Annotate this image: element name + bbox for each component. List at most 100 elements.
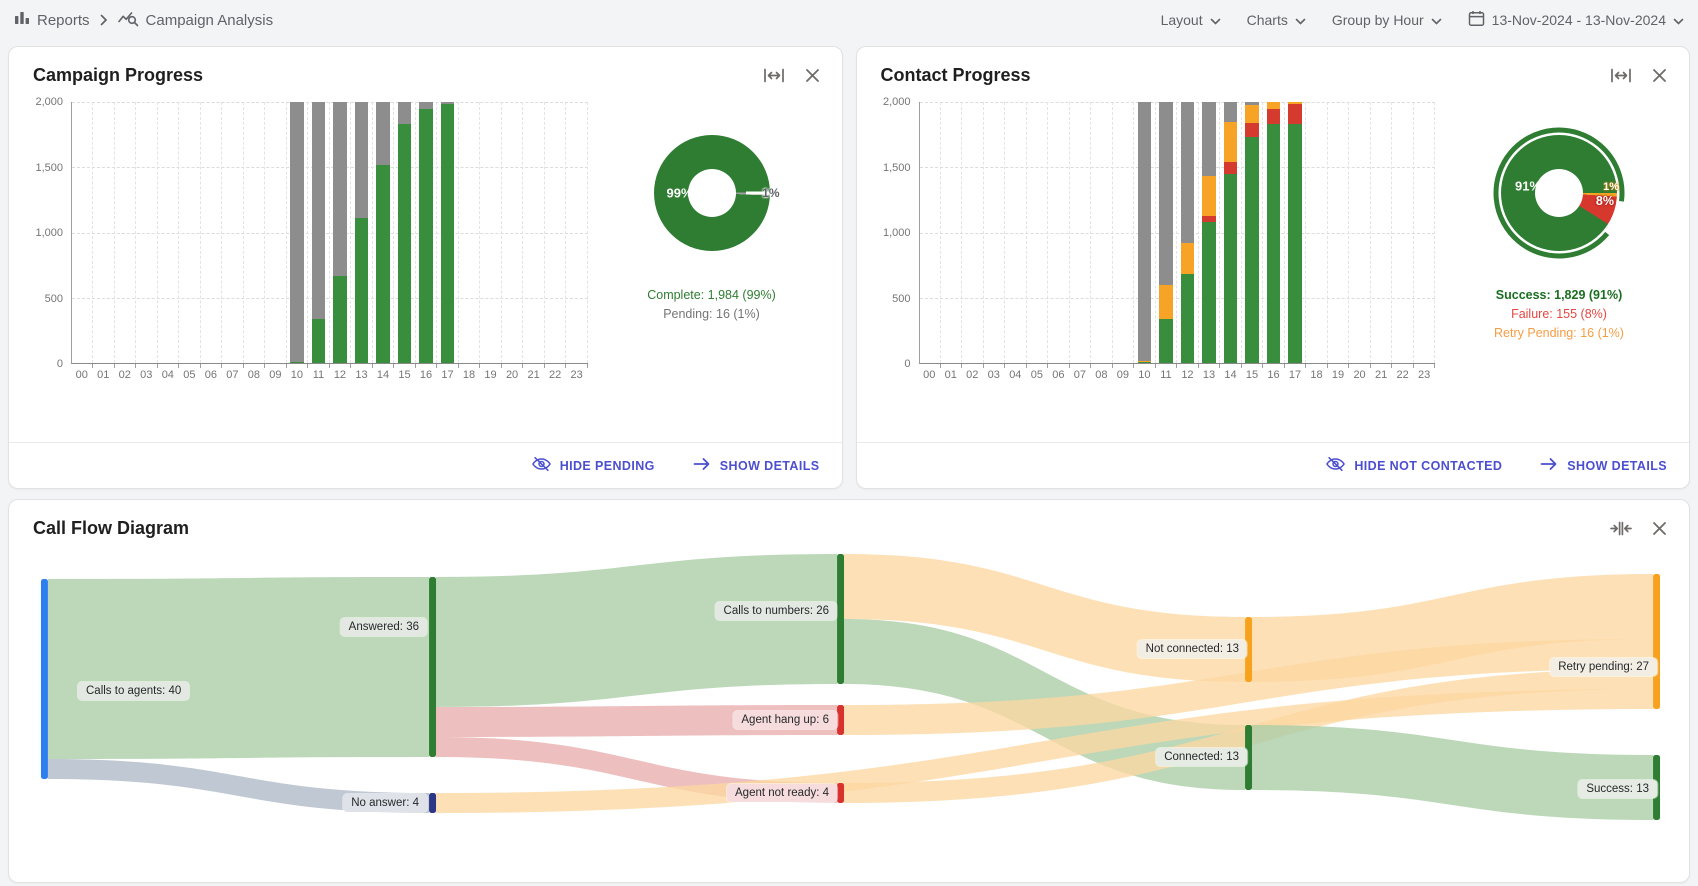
x-tick-label: 17 xyxy=(437,369,459,381)
bar-column xyxy=(1027,102,1048,363)
contact-donut-legend: Success: 1,829 (91%)Failure: 155 (8%)Ret… xyxy=(1494,286,1624,343)
sankey-node-answered[interactable] xyxy=(429,577,436,757)
bar-column xyxy=(437,102,458,363)
bar-column xyxy=(1199,102,1220,363)
bar-segment-pending xyxy=(398,102,412,124)
donut-label-complete: 99% xyxy=(667,186,693,201)
group-by-dropdown[interactable]: Group by Hour xyxy=(1332,12,1442,28)
hide-pending-button[interactable]: HIDE PENDING xyxy=(532,456,655,475)
bar-column xyxy=(1306,102,1327,363)
bar-column xyxy=(1091,102,1112,363)
contact-donut-chart[interactable]: 91% 1% 8% xyxy=(1501,135,1617,251)
sankey-node-notready[interactable] xyxy=(837,783,844,803)
breadcrumb-campaign-analysis[interactable]: Campaign Analysis xyxy=(118,10,274,31)
layout-dropdown[interactable]: Layout xyxy=(1161,12,1221,28)
donut-label-success: 91% xyxy=(1515,179,1541,194)
bar-column xyxy=(459,102,480,363)
sankey-flow-conn-to-success[interactable] xyxy=(1252,725,1653,820)
bar-column xyxy=(566,102,587,363)
show-details-button[interactable]: SHOW DETAILS xyxy=(693,457,820,474)
bar-hour-16[interactable] xyxy=(419,102,433,363)
campaign-donut-legend: Complete: 1,984 (99%)Pending: 16 (1%) xyxy=(647,286,776,324)
bar-hour-12[interactable] xyxy=(1181,102,1195,363)
bar-column xyxy=(1349,102,1370,363)
bar-column xyxy=(1005,102,1026,363)
expand-width-icon[interactable] xyxy=(1610,67,1632,84)
show-details-button[interactable]: SHOW DETAILS xyxy=(1540,457,1667,474)
bar-hour-17[interactable] xyxy=(441,102,455,363)
chevron-down-icon xyxy=(1210,12,1221,28)
sankey-flow-answered-to-numbers[interactable] xyxy=(436,554,837,707)
bar-segment-pending xyxy=(376,102,390,165)
sankey-node-hangup[interactable] xyxy=(837,705,844,735)
calendar-icon xyxy=(1468,10,1485,30)
bar-hour-13[interactable] xyxy=(1202,102,1216,363)
date-range-picker[interactable]: 13-Nov-2024 - 13-Nov-2024 xyxy=(1468,10,1684,30)
hide-not-contacted-button[interactable]: HIDE NOT CONTACTED xyxy=(1326,456,1502,475)
y-tick-label: 500 xyxy=(45,293,63,305)
bar-segment-pending xyxy=(333,102,347,276)
y-tick-label: 500 xyxy=(892,293,910,305)
bar-column xyxy=(984,102,1005,363)
x-tick-label: 08 xyxy=(243,369,265,381)
expand-width-icon[interactable] xyxy=(763,67,785,84)
y-tick-label: 1,000 xyxy=(883,227,911,239)
bar-hour-14[interactable] xyxy=(1224,102,1238,363)
breadcrumb-reports[interactable]: Reports xyxy=(14,10,90,30)
sankey-node-retry[interactable] xyxy=(1653,574,1660,709)
bar-column xyxy=(1263,102,1284,363)
x-tick-label: 10 xyxy=(1134,369,1156,381)
x-tick-label: 23 xyxy=(566,369,588,381)
bar-column xyxy=(136,102,157,363)
sankey-flow-agents-to-answered[interactable] xyxy=(48,577,429,759)
close-icon[interactable] xyxy=(805,68,820,83)
bar-hour-14[interactable] xyxy=(376,102,390,363)
bar-column xyxy=(920,102,941,363)
bar-hour-15[interactable] xyxy=(1245,102,1259,363)
donut-label-retry: 1% xyxy=(1603,181,1619,193)
arrow-right-icon xyxy=(1540,457,1558,474)
bar-hour-13[interactable] xyxy=(355,102,369,363)
bar-column xyxy=(1220,102,1241,363)
x-tick-label: 03 xyxy=(136,369,158,381)
bar-hour-10[interactable] xyxy=(1138,102,1152,363)
charts-dropdown[interactable]: Charts xyxy=(1247,12,1306,28)
y-tick-label: 1,000 xyxy=(35,227,63,239)
y-tick-label: 1,500 xyxy=(883,162,911,174)
eye-off-icon xyxy=(532,456,551,475)
bar-segment-success xyxy=(1288,124,1302,363)
sankey-node-label-answered: Answered: 36 xyxy=(341,618,427,636)
bar-segment-pending xyxy=(355,102,369,218)
bar-segment-complete xyxy=(441,104,455,363)
chevron-right-icon xyxy=(100,14,108,26)
bar-hour-11[interactable] xyxy=(1159,102,1173,363)
bar-segment-success xyxy=(1138,362,1152,363)
collapse-width-icon[interactable] xyxy=(1610,520,1632,537)
date-range-value: 13-Nov-2024 - 13-Nov-2024 xyxy=(1492,12,1666,28)
campaign-donut-chart[interactable]: 99% 1% xyxy=(654,135,770,251)
x-tick-label: 16 xyxy=(1263,369,1285,381)
arrow-right-icon xyxy=(693,457,711,474)
top-bar: Reports Campaign Analysis Layout Charts … xyxy=(0,0,1698,40)
bar-segment-failure xyxy=(1224,162,1238,174)
bar-segment-retry-pending xyxy=(1202,176,1216,215)
bar-hour-16[interactable] xyxy=(1267,102,1281,363)
bar-hour-12[interactable] xyxy=(333,102,347,363)
close-icon[interactable] xyxy=(1652,521,1667,536)
close-icon[interactable] xyxy=(1652,68,1667,83)
sankey-node-noanswer[interactable] xyxy=(429,793,436,813)
legend-item: Failure: 155 (8%) xyxy=(1494,305,1624,324)
bar-segment-complete xyxy=(419,109,433,363)
sankey-node-label-notconn: Not connected: 13 xyxy=(1138,640,1247,658)
x-tick-label: 17 xyxy=(1284,369,1306,381)
bar-hour-10[interactable] xyxy=(290,102,304,363)
bar-hour-17[interactable] xyxy=(1288,102,1302,363)
y-tick-label: 1,500 xyxy=(35,162,63,174)
sankey-node-agents[interactable] xyxy=(41,579,48,779)
x-tick-label: 19 xyxy=(480,369,502,381)
bar-hour-15[interactable] xyxy=(398,102,412,363)
sankey-node-numbers[interactable] xyxy=(837,554,844,684)
bar-hour-11[interactable] xyxy=(312,102,326,363)
legend-item: Complete: 1,984 (99%) xyxy=(647,286,776,305)
donut-hole xyxy=(1535,169,1583,217)
